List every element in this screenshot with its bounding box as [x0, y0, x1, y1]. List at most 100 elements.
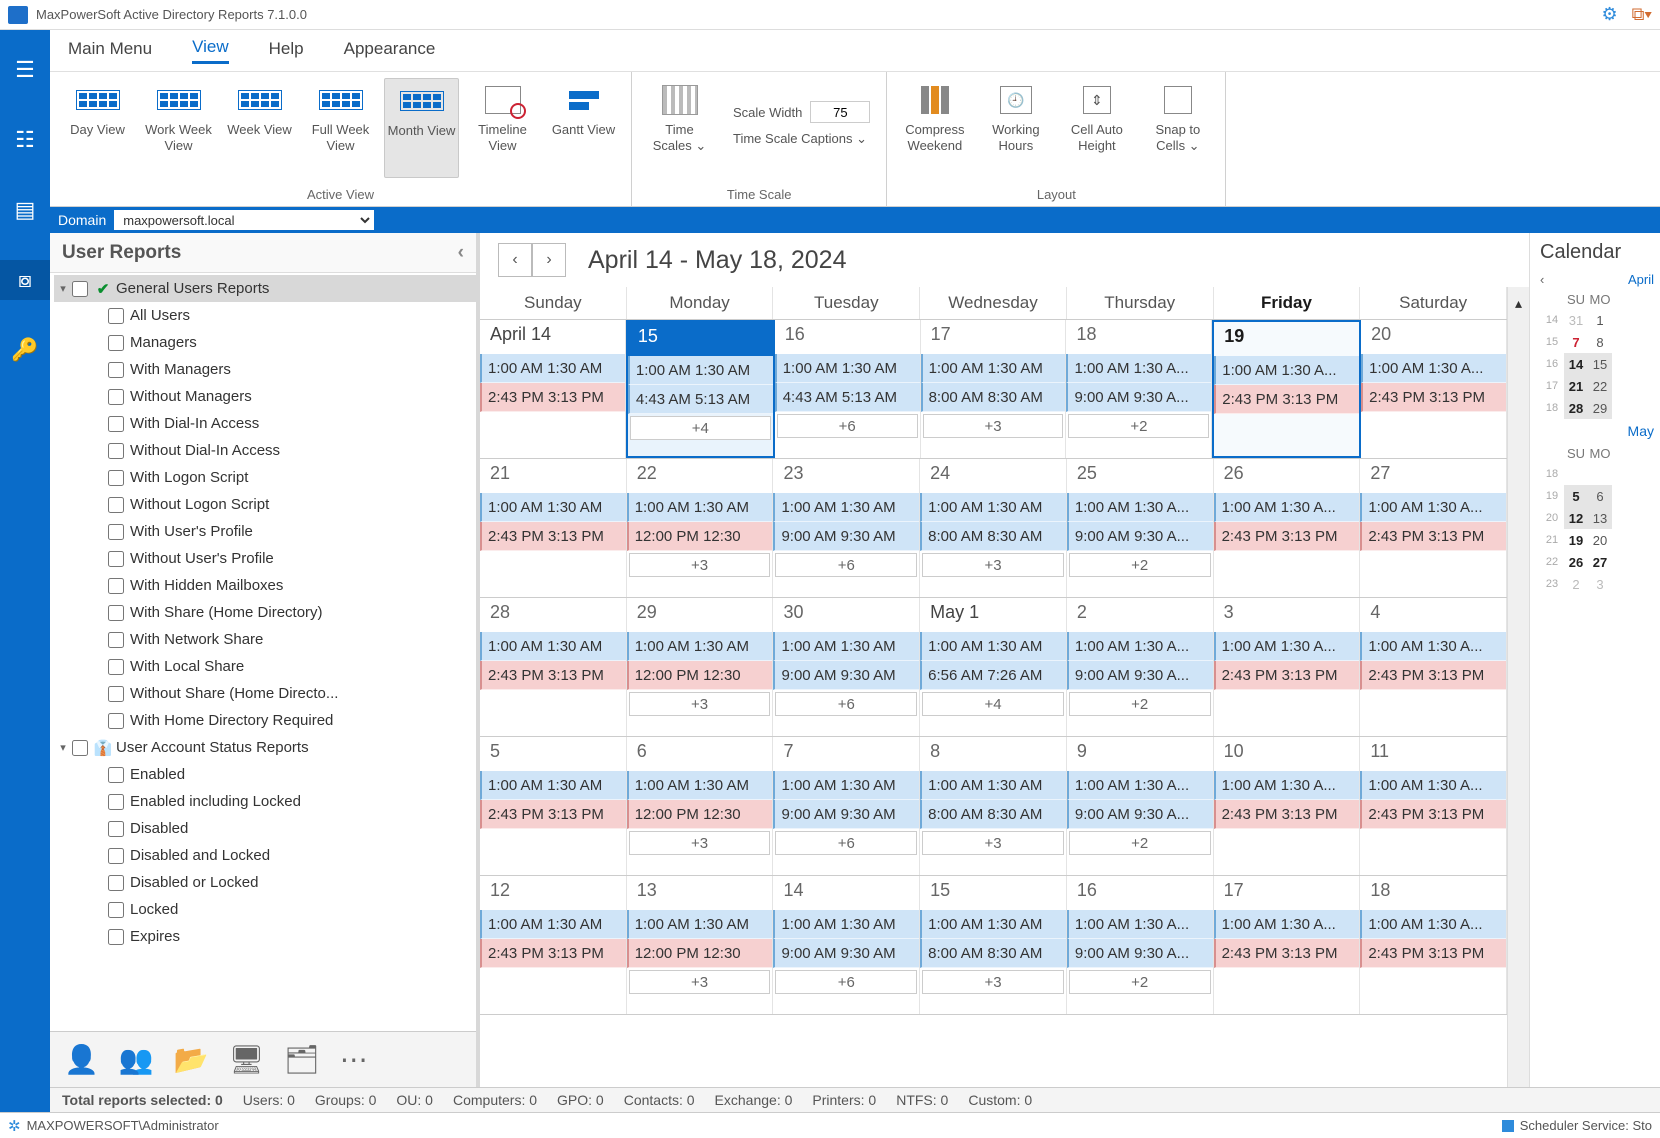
mini-day[interactable]: 6 [1588, 485, 1612, 507]
tree-item[interactable]: Without Logon Script [54, 491, 476, 518]
more-events-button[interactable]: +4 [630, 416, 771, 440]
calendar-event[interactable]: 1:00 AM 1:30 AM [920, 493, 1066, 522]
document-icon[interactable]: ▤ [0, 190, 50, 230]
calendar-event[interactable]: 9:00 AM 9:30 AM [773, 661, 919, 690]
calendar-cell[interactable]: 71:00 AM 1:30 AM9:00 AM 9:30 AM+6 [773, 737, 920, 875]
calendar-event[interactable]: 2:43 PM 3:13 PM [1214, 661, 1360, 690]
view-full-week-view-button[interactable]: Full Week View [303, 78, 378, 178]
calendar-event[interactable]: 2:43 PM 3:13 PM [1360, 939, 1506, 968]
calendar-event[interactable]: 8:00 AM 8:30 AM [920, 522, 1066, 551]
calendar-event[interactable]: 8:00 AM 8:30 AM [920, 800, 1066, 829]
more-events-button[interactable]: +2 [1069, 831, 1211, 855]
item-checkbox[interactable] [108, 632, 124, 648]
calendar-event[interactable]: 1:00 AM 1:30 AM [773, 632, 919, 661]
tree-group[interactable]: ▾✔General Users Reports [54, 275, 476, 302]
tree-item[interactable]: Without Share (Home Directo... [54, 680, 476, 707]
mini-day[interactable]: 8 [1588, 331, 1612, 353]
view-month-view-button[interactable]: Month View [384, 78, 459, 178]
mini-day[interactable]: 27 [1588, 551, 1612, 573]
calendar-cell[interactable]: 191:00 AM 1:30 A...2:43 PM 3:13 PM [1212, 320, 1361, 458]
calendar-event[interactable]: 6:56 AM 7:26 AM [920, 661, 1066, 690]
item-checkbox[interactable] [108, 335, 124, 351]
calendar-cell[interactable]: 211:00 AM 1:30 AM2:43 PM 3:13 PM [480, 459, 627, 597]
calendar-event[interactable]: 1:00 AM 1:30 A... [1214, 910, 1360, 939]
calendar-cell[interactable]: 91:00 AM 1:30 A...9:00 AM 9:30 A...+2 [1067, 737, 1214, 875]
folder-icon[interactable]: 📂 [174, 1043, 209, 1076]
mini-prev-icon[interactable]: ‹ [1540, 272, 1544, 287]
calendar-event[interactable]: 1:00 AM 1:30 AM [921, 354, 1066, 383]
calendar-event[interactable]: 2:43 PM 3:13 PM [480, 522, 626, 551]
item-checkbox[interactable] [108, 308, 124, 324]
mini-day[interactable]: 28 [1564, 397, 1588, 419]
working-hours-button[interactable]: 🕘Working Hours [978, 78, 1053, 178]
calendar-event[interactable]: 2:43 PM 3:13 PM [1361, 383, 1506, 412]
item-checkbox[interactable] [108, 659, 124, 675]
item-checkbox[interactable] [108, 848, 124, 864]
menu-help[interactable]: Help [269, 39, 304, 63]
next-button[interactable]: › [532, 243, 566, 277]
more-events-button[interactable]: +3 [629, 970, 771, 994]
calendar-cell[interactable]: 181:00 AM 1:30 A...9:00 AM 9:30 A...+2 [1066, 320, 1212, 458]
calendar-event[interactable]: 1:00 AM 1:30 A... [1067, 632, 1213, 661]
calendar-cell[interactable]: May 11:00 AM 1:30 AM6:56 AM 7:26 AM+4 [920, 598, 1067, 736]
calendar-event[interactable]: 1:00 AM 1:30 AM [480, 771, 626, 800]
mini-day[interactable]: 5 [1564, 485, 1588, 507]
calendar-event[interactable]: 1:00 AM 1:30 AM [627, 632, 773, 661]
scale-width-input[interactable] [810, 101, 870, 123]
calendar-event[interactable]: 1:00 AM 1:30 AM [627, 493, 773, 522]
calendar-cell[interactable]: 161:00 AM 1:30 AM4:43 AM 5:13 AM+6 [775, 320, 921, 458]
users-icon[interactable]: 👥 [119, 1043, 154, 1076]
item-checkbox[interactable] [108, 794, 124, 810]
calendar-event[interactable]: 1:00 AM 1:30 AM [773, 910, 919, 939]
calendar-cell[interactable]: 241:00 AM 1:30 AM8:00 AM 8:30 AM+3 [920, 459, 1067, 597]
mini-day[interactable]: 20 [1588, 529, 1612, 551]
tree-item[interactable]: All Users [54, 302, 476, 329]
tree-item[interactable]: With User's Profile [54, 518, 476, 545]
prev-button[interactable]: ‹ [498, 243, 532, 277]
calendar-event[interactable]: 12:00 PM 12:30 [627, 800, 773, 829]
mini-day[interactable]: 1 [1588, 309, 1612, 331]
view-day-view-button[interactable]: Day View [60, 78, 135, 178]
calendar-event[interactable]: 2:43 PM 3:13 PM [1360, 522, 1506, 551]
calendar-event[interactable]: 12:00 PM 12:30 [627, 661, 773, 690]
mini-day[interactable]: 29 [1588, 397, 1612, 419]
calendar-cell[interactable]: April 141:00 AM 1:30 AM2:43 PM 3:13 PM [480, 320, 626, 458]
calendar-event[interactable]: 1:00 AM 1:30 A... [1214, 632, 1360, 661]
tree-item[interactable]: With Network Share [54, 626, 476, 653]
calendar-event[interactable]: 1:00 AM 1:30 A... [1214, 356, 1359, 385]
calendar-event[interactable]: 1:00 AM 1:30 A... [1361, 354, 1506, 383]
more-events-button[interactable]: +6 [777, 414, 918, 438]
calendar-cell[interactable]: 131:00 AM 1:30 AM12:00 PM 12:30+3 [627, 876, 774, 1014]
calendar-event[interactable]: 1:00 AM 1:30 A... [1067, 771, 1213, 800]
group-checkbox[interactable] [72, 740, 88, 756]
calendar-event[interactable]: 1:00 AM 1:30 A... [1214, 493, 1360, 522]
calendar-event[interactable]: 1:00 AM 1:30 A... [1360, 910, 1506, 939]
calendar-cell[interactable]: 301:00 AM 1:30 AM9:00 AM 9:30 AM+6 [773, 598, 920, 736]
mini-day[interactable]: 2 [1564, 573, 1588, 595]
gear-icon[interactable]: ⚙ [1601, 4, 1617, 25]
more-events-button[interactable]: +3 [922, 553, 1064, 577]
item-checkbox[interactable] [108, 578, 124, 594]
more-events-button[interactable]: +6 [775, 553, 917, 577]
tree-item[interactable]: Without Managers [54, 383, 476, 410]
calendar-event[interactable]: 1:00 AM 1:30 AM [628, 356, 773, 385]
view-week-view-button[interactable]: Week View [222, 78, 297, 178]
calendar-cell[interactable]: 231:00 AM 1:30 AM9:00 AM 9:30 AM+6 [773, 459, 920, 597]
tree-item[interactable]: With Local Share [54, 653, 476, 680]
view-work-week-view-button[interactable]: Work Week View [141, 78, 216, 178]
calendar-event[interactable]: 1:00 AM 1:30 AM [480, 910, 626, 939]
tree-item[interactable]: Disabled [54, 815, 476, 842]
calendar-event[interactable]: 2:43 PM 3:13 PM [480, 383, 625, 412]
calendar-event[interactable]: 8:00 AM 8:30 AM [921, 383, 1066, 412]
calendar-event[interactable]: 1:00 AM 1:30 AM [773, 771, 919, 800]
more-events-button[interactable]: +3 [922, 831, 1064, 855]
mini-day[interactable]: 3 [1588, 573, 1612, 595]
more-events-button[interactable]: +6 [775, 831, 917, 855]
calendar-event[interactable]: 9:00 AM 9:30 A... [1067, 522, 1213, 551]
calendar-event[interactable]: 1:00 AM 1:30 A... [1066, 354, 1211, 383]
calendar-cell[interactable]: 201:00 AM 1:30 A...2:43 PM 3:13 PM [1361, 320, 1507, 458]
calendar-cell[interactable]: 181:00 AM 1:30 A...2:43 PM 3:13 PM [1360, 876, 1507, 1014]
calendar-cell[interactable]: 171:00 AM 1:30 A...2:43 PM 3:13 PM [1214, 876, 1361, 1014]
calendar-cell[interactable]: 281:00 AM 1:30 AM2:43 PM 3:13 PM [480, 598, 627, 736]
time-scale-captions[interactable]: Time Scale Captions ⌄ [733, 131, 867, 147]
